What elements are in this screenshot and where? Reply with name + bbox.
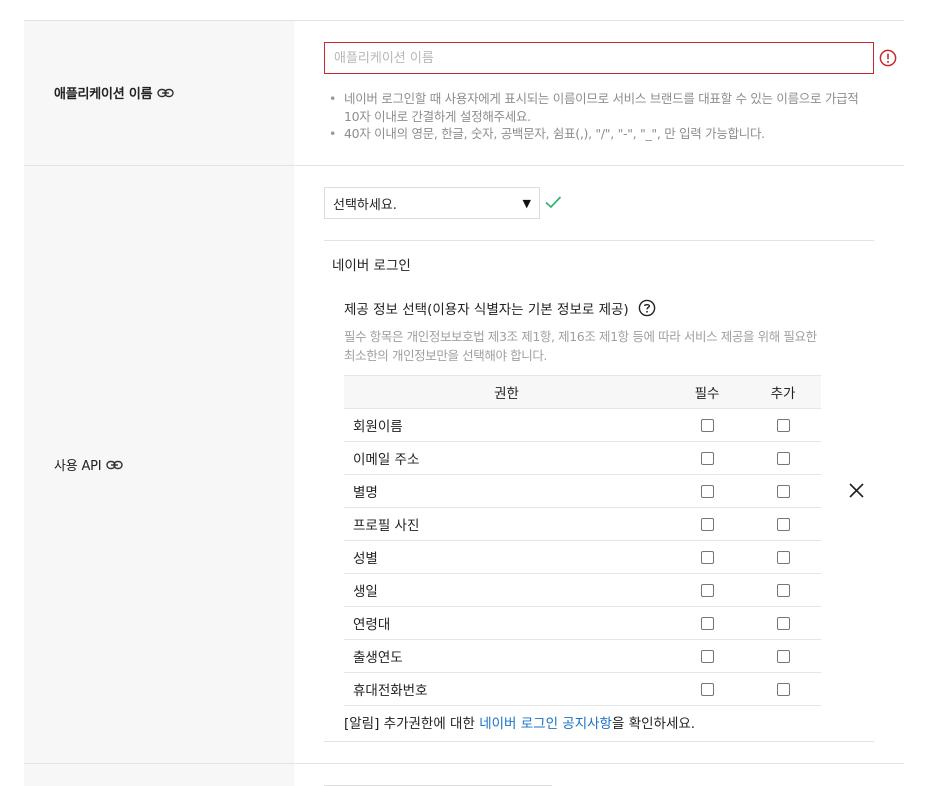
permission-name: 회원이름 bbox=[344, 408, 669, 442]
permission-name: 연령대 bbox=[344, 606, 669, 640]
notice: [알림] 추가권한에 대한 네이버 로그인 공지사항을 확인하세요. bbox=[344, 712, 695, 732]
required-checkbox[interactable] bbox=[700, 682, 714, 696]
permission-table: 권한 필수 추가 회원이름 이메일 주소 별명 프로필 사진 성별 생일 연령대… bbox=[344, 375, 821, 706]
help-circle-icon[interactable] bbox=[638, 299, 656, 317]
permission-name: 별명 bbox=[344, 474, 669, 508]
required-checkbox[interactable] bbox=[700, 550, 714, 564]
api-label: 사용 API bbox=[54, 455, 124, 474]
app-name-label-text: 애플리케이션 이름 bbox=[54, 87, 153, 102]
error-circle-icon bbox=[879, 49, 897, 67]
table-row: 출생연도 bbox=[344, 639, 821, 673]
required-checkbox[interactable] bbox=[700, 517, 714, 531]
table-header-row: 권한 필수 추가 bbox=[344, 375, 821, 409]
api-select-value: 선택하세요. bbox=[333, 197, 397, 213]
table-row: 성별 bbox=[344, 540, 821, 574]
notice-suffix: 을 확인하세요. bbox=[611, 716, 696, 732]
app-name-input[interactable] bbox=[324, 42, 874, 74]
api-label-text: 사용 API bbox=[54, 459, 102, 474]
permission-name: 프로필 사진 bbox=[344, 507, 669, 541]
required-checkbox[interactable] bbox=[700, 616, 714, 630]
column-header-permission: 권한 bbox=[344, 375, 669, 409]
table-row: 이메일 주소 bbox=[344, 441, 821, 475]
app-name-note: 40자 이내의 영문, 한글, 숫자, 공백문자, 쉼표(,), "/", "-… bbox=[329, 125, 869, 143]
additional-checkbox[interactable] bbox=[776, 484, 790, 498]
app-name-notes: 네이버 로그인할 때 사용자에게 표시되는 이름이므로 서비스 브랜드를 대표할… bbox=[329, 90, 869, 143]
check-icon bbox=[544, 194, 562, 210]
additional-checkbox[interactable] bbox=[776, 550, 790, 564]
permission-name: 이메일 주소 bbox=[344, 441, 669, 475]
table-row: 프로필 사진 bbox=[344, 507, 821, 541]
additional-checkbox[interactable] bbox=[776, 583, 790, 597]
additional-checkbox[interactable] bbox=[776, 451, 790, 465]
column-header-required: 필수 bbox=[669, 375, 745, 409]
caret-down-icon: ▼ bbox=[522, 196, 531, 210]
required-checkbox[interactable] bbox=[700, 418, 714, 432]
required-checkbox[interactable] bbox=[700, 484, 714, 498]
required-checkbox[interactable] bbox=[700, 583, 714, 597]
close-icon[interactable] bbox=[848, 482, 865, 499]
api-select[interactable]: 선택하세요. ▼ bbox=[324, 187, 540, 219]
panel-title: 네이버 로그인 bbox=[332, 258, 411, 274]
permission-name: 생일 bbox=[344, 573, 669, 607]
notice-prefix: [알림] 추가권한에 대한 bbox=[344, 716, 480, 732]
naver-login-panel: 네이버 로그인 제공 정보 선택(이용자 식별자는 기본 정보로 제공) 필수 … bbox=[324, 240, 874, 742]
table-row: 회원이름 bbox=[344, 408, 821, 442]
table-row: 별명 bbox=[344, 474, 821, 508]
column-header-additional: 추가 bbox=[745, 375, 821, 409]
table-row: 휴대전화번호 bbox=[344, 672, 821, 706]
permission-name: 성별 bbox=[344, 540, 669, 574]
additional-checkbox[interactable] bbox=[776, 649, 790, 663]
table-row: 생일 bbox=[344, 573, 821, 607]
info-description: 필수 항목은 개인정보보호법 제3조 제1항, 제16조 제1항 등에 따라 서… bbox=[344, 329, 817, 363]
info-title: 제공 정보 선택(이용자 식별자는 기본 정보로 제공) bbox=[344, 298, 656, 318]
additional-checkbox[interactable] bbox=[776, 682, 790, 696]
app-name-label: 애플리케이션 이름 bbox=[54, 83, 175, 102]
additional-checkbox[interactable] bbox=[776, 616, 790, 630]
info-title-text: 제공 정보 선택(이용자 식별자는 기본 정보로 제공) bbox=[344, 302, 629, 318]
notice-link[interactable]: 네이버 로그인 공지사항 bbox=[479, 716, 612, 732]
link-icon[interactable] bbox=[106, 459, 124, 471]
additional-checkbox[interactable] bbox=[776, 418, 790, 432]
required-checkbox[interactable] bbox=[700, 451, 714, 465]
label-column-next bbox=[24, 764, 294, 786]
app-name-note: 네이버 로그인할 때 사용자에게 표시되는 이름이므로 서비스 브랜드를 대표할… bbox=[329, 90, 869, 125]
table-row: 연령대 bbox=[344, 606, 821, 640]
permission-name: 휴대전화번호 bbox=[344, 672, 669, 706]
required-checkbox[interactable] bbox=[700, 649, 714, 663]
link-icon[interactable] bbox=[157, 87, 175, 99]
permission-name: 출생연도 bbox=[344, 639, 669, 673]
additional-checkbox[interactable] bbox=[776, 517, 790, 531]
